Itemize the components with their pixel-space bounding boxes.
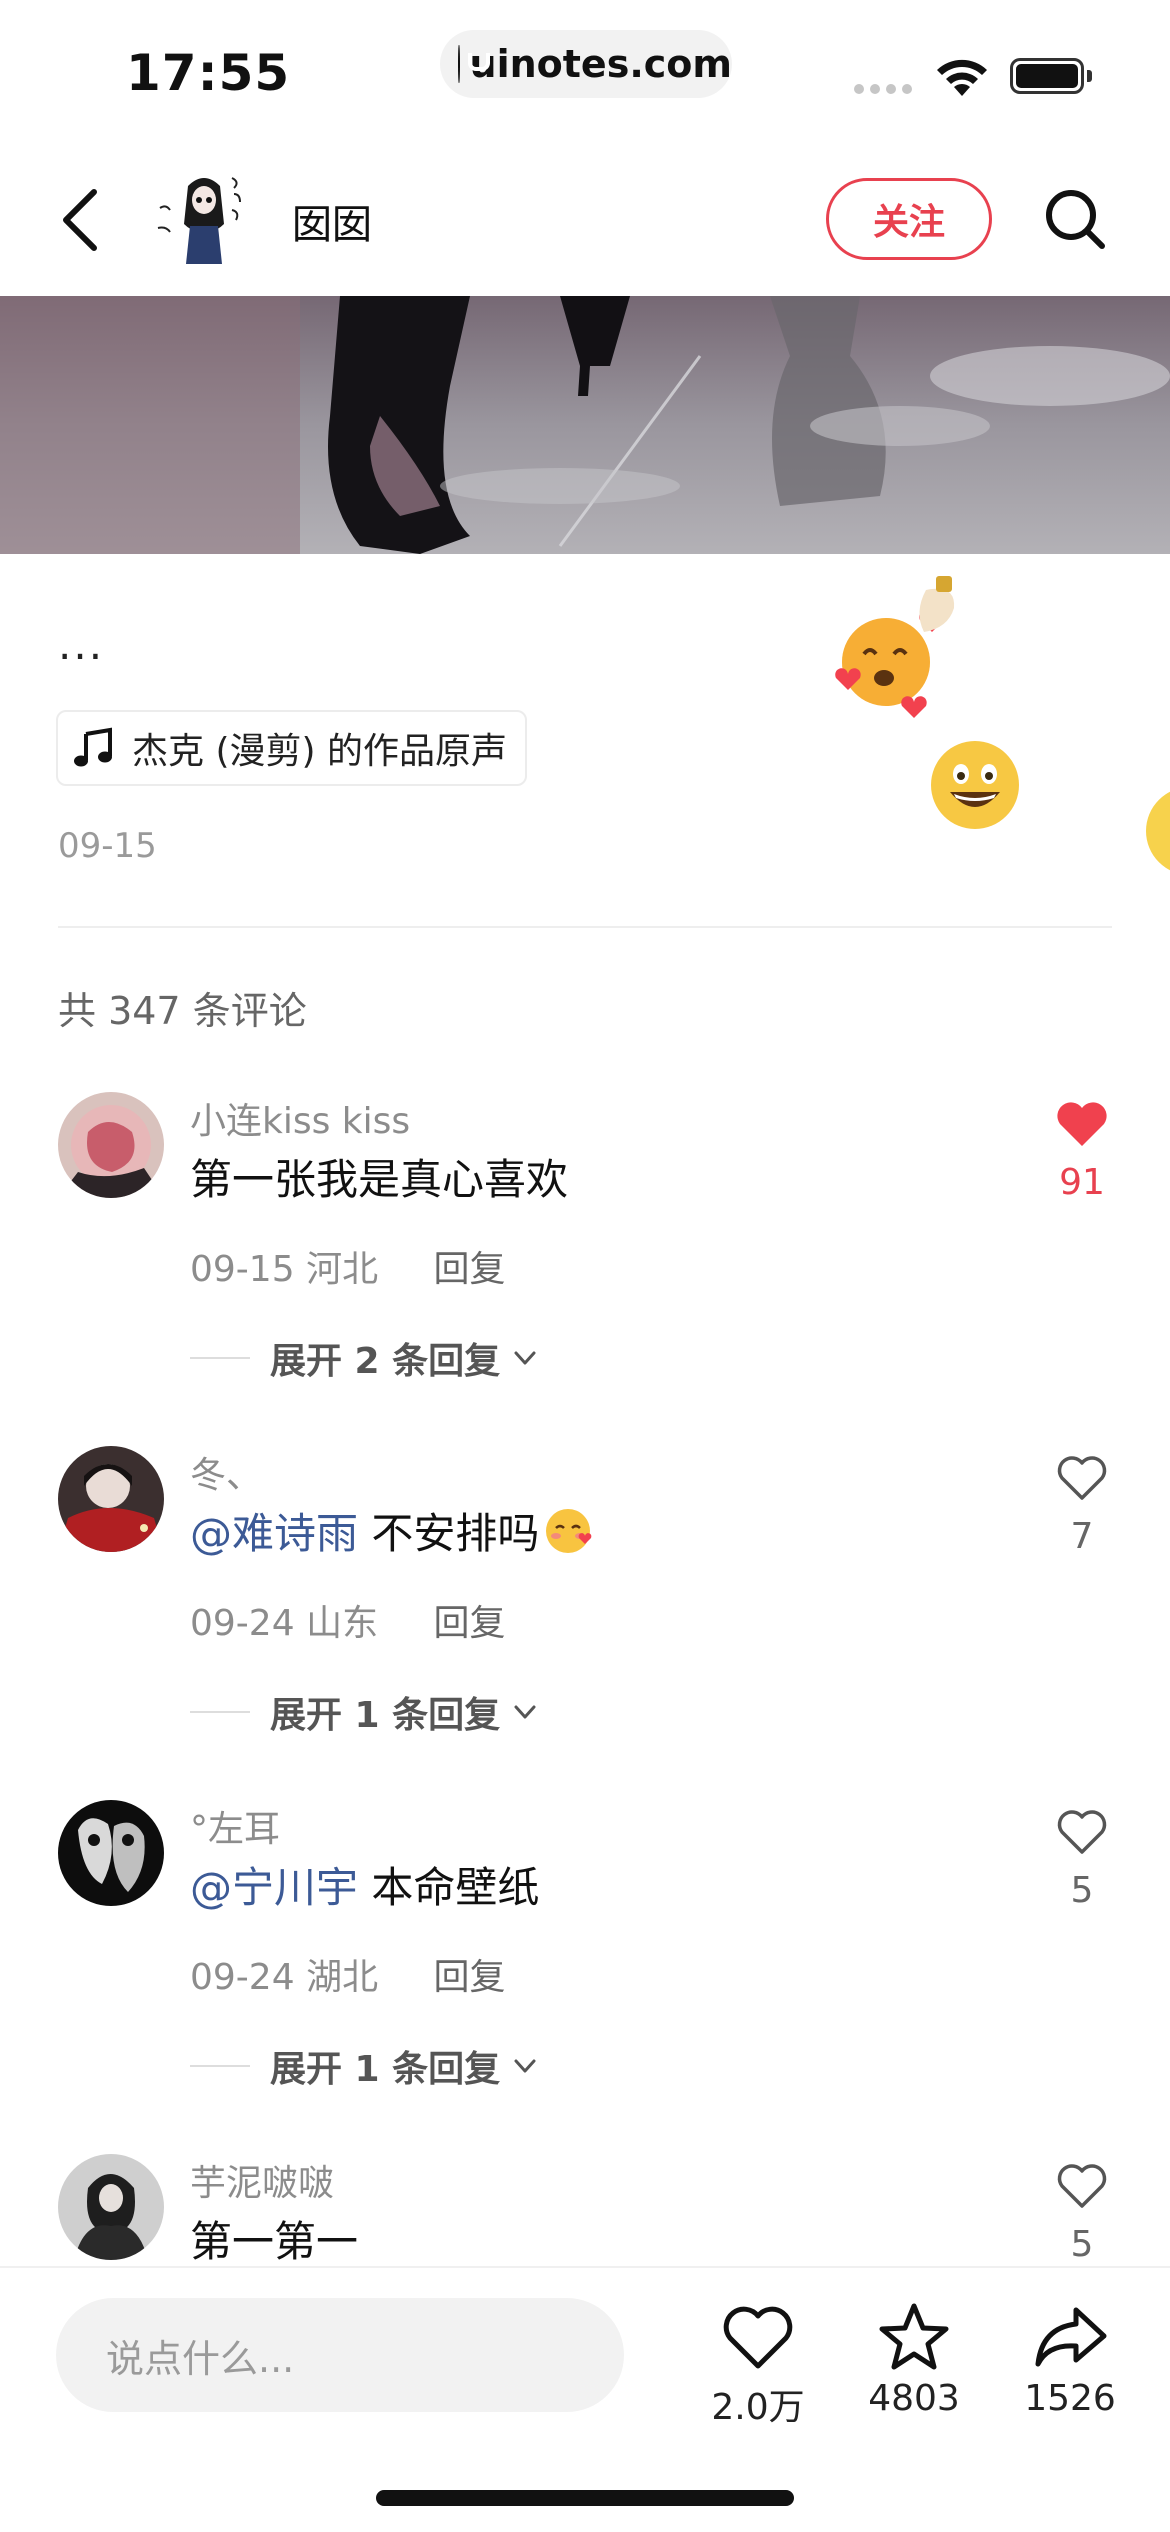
commenter-avatar[interactable] <box>58 1800 164 1906</box>
comment-item: 小连kiss kiss 第一张我是真心喜欢 09-15 河北 回复 展开 2 条… <box>0 1092 1170 1432</box>
status-bar: 17:55 uinotes.com <box>0 0 1170 140</box>
expand-replies-button[interactable]: 展开 1 条回复 <box>190 1686 540 1738</box>
grin-emoji-icon <box>931 741 1019 829</box>
comment-item: 芋泥啵啵 第一第一 5 <box>0 2154 1170 2266</box>
reply-button[interactable]: 回复 <box>434 1957 506 1998</box>
url-pill[interactable]: uinotes.com <box>440 30 732 98</box>
post-date: 09-15 <box>58 826 157 866</box>
comment-location: 河北 <box>306 1249 379 1290</box>
status-time: 17:55 <box>126 44 291 102</box>
like-count: 5 <box>1070 1870 1094 1911</box>
follow-button[interactable]: 关注 <box>826 178 992 260</box>
partial-emoji-icon <box>1146 791 1170 871</box>
commenter-name[interactable]: 芋泥啵啵 <box>190 2154 334 2206</box>
commenter-avatar[interactable] <box>58 2154 164 2260</box>
reply-button[interactable]: 回复 <box>434 1603 506 1644</box>
chevron-down-icon <box>514 1705 536 1719</box>
comment-input[interactable]: 说点什么... <box>56 2298 624 2412</box>
collect-button[interactable]: 4803 <box>844 2302 984 2419</box>
share-count: 1526 <box>1024 2378 1116 2419</box>
heart-icon[interactable] <box>1054 1096 1110 1152</box>
url-text: uinotes.com <box>469 42 732 86</box>
signal-icon <box>854 84 912 94</box>
battery-icon <box>1010 58 1084 94</box>
comment-text: 第一张我是真心喜欢 <box>190 1155 569 1204</box>
comment-item: 冬、 @难诗雨 不安排吗 09-24 山东 回复 展开 1 条回复 7 <box>0 1446 1170 1786</box>
chevron-down-icon <box>514 1351 536 1365</box>
share-button[interactable]: 1526 <box>1000 2302 1140 2419</box>
chevron-down-icon <box>514 2059 536 2073</box>
post-image[interactable] <box>0 296 1170 554</box>
author-avatar[interactable] <box>148 164 260 276</box>
comment-meta: 09-15 河北 回复 <box>190 1240 506 1292</box>
search-icon[interactable] <box>1040 184 1110 254</box>
comment-meta: 09-24 湖北 回复 <box>190 1948 506 2000</box>
expand-replies-button[interactable]: 展开 1 条回复 <box>190 2040 540 2092</box>
commenter-avatar[interactable] <box>58 1092 164 1198</box>
site-logo-icon <box>458 45 483 83</box>
comment-date: 09-24 <box>190 1603 295 1644</box>
post-caption: ... <box>58 620 105 669</box>
comment-meta: 09-24 山东 回复 <box>190 1594 506 1646</box>
like-count: 7 <box>1070 1516 1094 1557</box>
comment-item: °左耳 @宁川宇 本命壁纸 09-24 湖北 回复 展开 1 条回复 5 <box>0 1800 1170 2140</box>
comment-location: 湖北 <box>306 1957 379 1998</box>
comment-date: 09-24 <box>190 1957 295 1998</box>
heart-icon[interactable] <box>1054 1450 1110 1506</box>
post-header: 囡囡 关注 <box>0 150 1170 290</box>
like-count: 5 <box>1070 2224 1094 2265</box>
home-indicator[interactable] <box>376 2490 794 2506</box>
like-count: 2.0万 <box>711 2387 805 2428</box>
wifi-icon <box>937 59 987 96</box>
reply-button[interactable]: 回复 <box>434 1249 506 1290</box>
heart-icon[interactable] <box>1054 2158 1110 2214</box>
mention-link[interactable]: @宁川宇 <box>190 1863 358 1912</box>
like-count: 91 <box>1059 1162 1105 1203</box>
expand-replies-button[interactable]: 展开 2 条回复 <box>190 1332 540 1384</box>
comment-text: @宁川宇 本命壁纸 <box>190 1863 540 1912</box>
music-title: 杰克 (漫剪) 的作品原声 <box>132 731 507 772</box>
back-arrow-icon[interactable] <box>50 180 120 260</box>
star-icon <box>879 2303 949 2370</box>
music-tag[interactable]: 杰克 (漫剪) 的作品原声 <box>56 710 527 786</box>
heart-icon[interactable] <box>1054 1804 1110 1860</box>
music-note-icon <box>74 727 112 767</box>
comment-date: 09-15 <box>190 1249 295 1290</box>
heart-icon <box>723 2306 793 2369</box>
commenter-avatar[interactable] <box>58 1446 164 1552</box>
share-icon <box>1035 2307 1107 2367</box>
commenter-name[interactable]: °左耳 <box>190 1800 280 1852</box>
comment-text: @难诗雨 不安排吗 <box>190 1500 593 1561</box>
comment-text: 第一第一 <box>190 2217 359 2266</box>
divider <box>58 926 1112 928</box>
commenter-name[interactable]: 冬、 <box>190 1446 262 1498</box>
collect-count: 4803 <box>868 2378 960 2419</box>
mention-link[interactable]: @难诗雨 <box>190 1509 358 1558</box>
blush-emoji-icon <box>546 1509 592 1553</box>
comment-count: 共 347 条评论 <box>58 989 307 1033</box>
commenter-name[interactable]: 小连kiss kiss <box>190 1092 410 1144</box>
author-name[interactable]: 囡囡 <box>292 192 372 250</box>
comment-location: 山东 <box>306 1603 379 1644</box>
love-emoji-icon <box>835 576 955 718</box>
like-button[interactable]: 2.0万 <box>688 2302 828 2430</box>
